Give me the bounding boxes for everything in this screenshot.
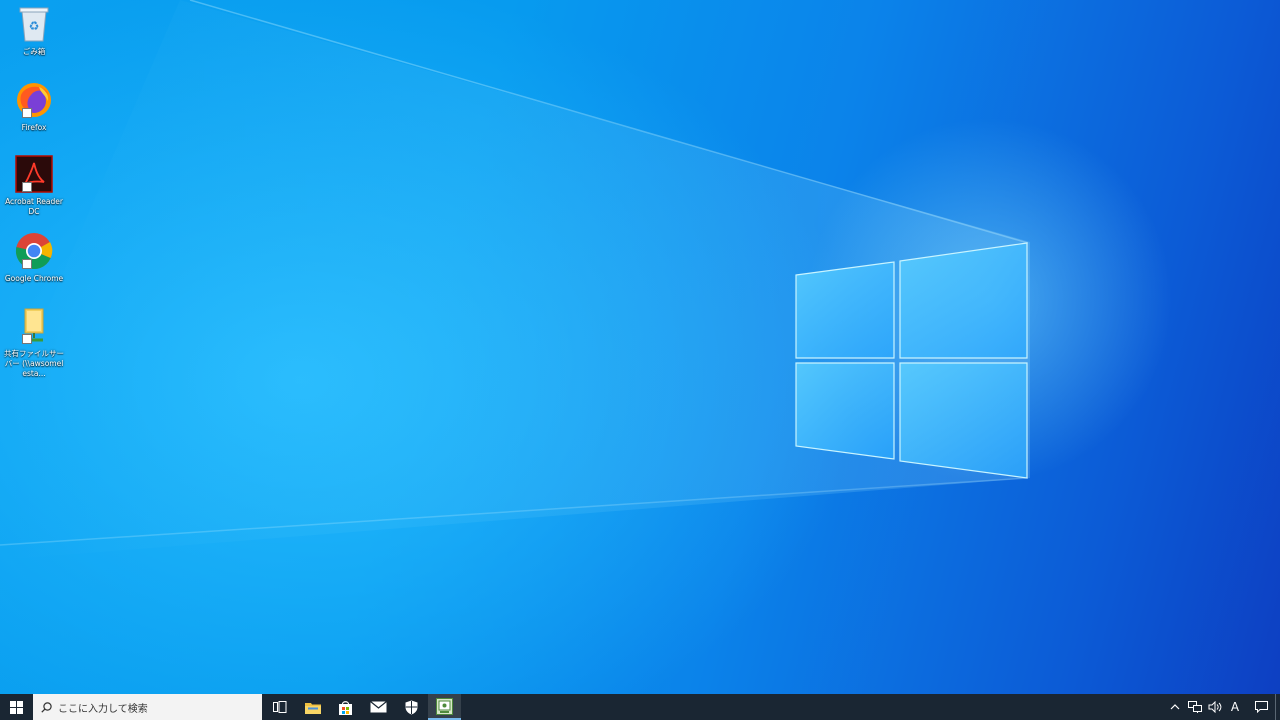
microsoft-store-button[interactable]	[329, 694, 362, 720]
active-app-button[interactable]	[428, 694, 461, 720]
icon-label: Acrobat Reader DC	[5, 197, 63, 216]
ime-indicator[interactable]: A	[1225, 694, 1245, 720]
network-button[interactable]	[1185, 694, 1205, 720]
firefox-icon	[14, 80, 54, 120]
app-window-icon	[436, 697, 453, 715]
icon-label: Firefox	[21, 123, 47, 132]
icon-label: ごみ箱	[22, 47, 46, 56]
task-view-button[interactable]	[263, 694, 296, 720]
desktop-icon-file-server[interactable]: 共有ファイルサーバー (\\awsomelesta...	[4, 306, 64, 379]
windows-security-button[interactable]	[395, 694, 428, 720]
show-hidden-icons-button[interactable]	[1165, 694, 1185, 720]
svg-text:♻: ♻	[29, 19, 40, 33]
task-view-icon	[272, 701, 286, 713]
acrobat-icon	[14, 154, 54, 194]
notification-icon	[1254, 701, 1268, 713]
mail-icon	[370, 701, 387, 713]
file-explorer-button[interactable]	[296, 694, 329, 720]
recycle-bin-icon: ♻	[14, 4, 54, 44]
shortcut-arrow-icon	[22, 334, 32, 344]
windows-start-icon	[10, 700, 23, 714]
volume-button[interactable]	[1205, 694, 1225, 720]
start-button[interactable]	[0, 694, 33, 720]
network-icon	[1188, 701, 1202, 713]
search-placeholder: ここに入力して検索	[58, 703, 148, 715]
shortcut-arrow-icon	[22, 108, 32, 118]
network-folder-icon	[14, 306, 54, 346]
desktop-icon-acrobat[interactable]: Acrobat Reader DC	[4, 154, 64, 217]
icon-label: Google Chrome	[4, 274, 64, 283]
shield-icon	[405, 700, 418, 714]
desktop-icon-recycle-bin[interactable]: ♻ ごみ箱	[4, 4, 64, 57]
icon-label: 共有ファイルサーバー (\\awsomelesta...	[4, 349, 64, 378]
store-bag-icon	[339, 700, 352, 715]
desktop: ♻ ごみ箱 Firefox Acrobat Reader DC Google C…	[0, 0, 1280, 694]
search-box[interactable]: ここに入力して検索	[33, 694, 262, 720]
shortcut-arrow-icon	[22, 182, 32, 192]
desktop-icon-chrome[interactable]: Google Chrome	[4, 231, 64, 284]
search-icon	[41, 701, 52, 713]
action-center-button[interactable]	[1251, 694, 1271, 720]
show-desktop-button[interactable]	[1275, 694, 1280, 720]
file-explorer-icon	[304, 702, 321, 714]
wallpaper	[0, 0, 1030, 560]
speaker-icon	[1208, 701, 1222, 713]
shortcut-arrow-icon	[22, 259, 32, 269]
desktop-icon-firefox[interactable]: Firefox	[4, 80, 64, 133]
mail-button[interactable]	[362, 694, 395, 720]
chevron-up-icon	[1170, 704, 1180, 710]
taskbar: ここに入力して検索 A	[0, 694, 1280, 720]
system-tray: A	[1165, 694, 1280, 720]
chrome-icon	[14, 231, 54, 271]
